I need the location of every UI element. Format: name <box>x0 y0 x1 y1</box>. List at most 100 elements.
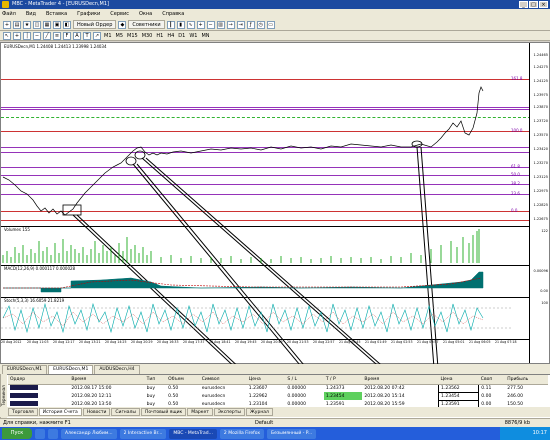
price-tick: 1.23420 <box>533 147 548 151</box>
col-close-time[interactable]: Время <box>362 375 439 385</box>
menu-charts[interactable]: Графики <box>77 11 100 17</box>
fibonacci-icon[interactable]: F <box>63 31 71 40</box>
label-icon[interactable]: T <box>83 31 91 40</box>
data-window-icon[interactable]: ◫ <box>33 20 41 29</box>
chart-tab[interactable]: AUDUSDecn,H4 <box>94 365 140 374</box>
horizontal-line-icon[interactable]: ─ <box>33 31 41 40</box>
tf-w1[interactable]: W1 <box>188 33 198 39</box>
terminal-icon[interactable]: ▣ <box>53 20 61 29</box>
menu-view[interactable]: Вид <box>26 11 36 17</box>
col-swap[interactable]: Своп <box>478 375 506 385</box>
taskbar-item[interactable]: 2 Mozilla Firefox <box>219 428 265 439</box>
profiles-icon[interactable]: ▤ <box>13 20 21 29</box>
trendline-icon[interactable]: ╱ <box>43 31 51 40</box>
tab-market[interactable]: Маркет <box>187 408 213 416</box>
tp: 1.24373 <box>325 385 345 391</box>
minimize-button[interactable]: _ <box>519 1 528 8</box>
tf-d1[interactable]: D1 <box>177 33 186 39</box>
tf-m1[interactable]: M1 <box>103 33 113 39</box>
table-row[interactable]: 2012.08.20 12:11 buy 0.50 eurusdecn 1.22… <box>8 391 548 401</box>
chart-tabs: EURUSDecn,M1 EURUSDecn,M1 AUDUSDecn,H4 <box>0 364 550 374</box>
table-row[interactable]: 2012.08.17 15:00 buy 0.50 eurusdecn 1.23… <box>8 383 548 393</box>
tab-signals[interactable]: Сигналы <box>111 408 140 416</box>
col-volume[interactable]: Объем <box>166 375 200 385</box>
tf-h1[interactable]: H1 <box>155 33 164 39</box>
chart-tab-active[interactable]: EURUSDecn,M1 <box>48 365 94 374</box>
col-type[interactable]: Тип <box>144 375 167 385</box>
channel-icon[interactable]: ≡ <box>53 31 61 40</box>
symbol: eurusdecn <box>201 385 226 391</box>
zoom-out-icon[interactable]: − <box>206 20 215 29</box>
tf-m30[interactable]: M30 <box>141 33 154 39</box>
taskbar-item[interactable]: 2 Interactive Br... <box>119 428 167 439</box>
tester-icon[interactable]: ◧ <box>63 20 71 29</box>
taskbar-item[interactable]: Безымянный - P... <box>267 428 317 439</box>
taskbar-item[interactable]: Александр Любим... <box>61 428 117 439</box>
menu-help[interactable]: Справка <box>162 11 184 17</box>
periods-icon[interactable]: ◷ <box>256 20 265 29</box>
open-time: 2012.08.20 12:11 <box>71 393 112 399</box>
tab-account-history[interactable]: История Счета <box>38 408 82 416</box>
title-bar: MBC - MetaTrader 4 - [EURUSDecn,M1] _ □ … <box>0 0 550 9</box>
open-price: 1.22962 <box>248 393 268 399</box>
taskbar-item[interactable] <box>48 428 58 439</box>
col-close-price[interactable]: Цена <box>438 375 479 385</box>
col-profit[interactable]: Прибыль <box>505 375 548 385</box>
templates-icon[interactable]: ▭ <box>266 20 275 29</box>
tf-m15[interactable]: M15 <box>126 33 139 39</box>
tab-trade[interactable]: Торговля <box>8 408 38 416</box>
line-chart-icon[interactable]: ∿ <box>186 20 195 29</box>
menu-file[interactable]: Файл <box>2 11 16 17</box>
chart-tab[interactable]: EURUSDecn,M1 <box>2 365 48 374</box>
close-button[interactable]: × <box>539 1 548 8</box>
market-watch-icon[interactable]: ★ <box>23 20 31 29</box>
tf-mn[interactable]: MN <box>200 33 210 39</box>
close-price: 1.23562 <box>438 383 480 393</box>
menu-window[interactable]: Окна <box>139 11 152 17</box>
time-label: 21 Aug 01:49 <box>365 340 387 344</box>
menu-insert[interactable]: Вставка <box>46 11 67 17</box>
price-tick: 122 <box>541 229 548 233</box>
bar-chart-icon[interactable]: ┃ <box>166 20 175 29</box>
table-header: Ордер Время Тип Объем Символ Цена S / L … <box>8 375 548 385</box>
tab-experts[interactable]: Эксперты <box>213 408 245 416</box>
chart-window[interactable]: EURUSDecn,M1 1.24408 1.24413 1.23998 1.2… <box>0 42 550 365</box>
cursor-icon[interactable]: ↖ <box>3 31 11 40</box>
new-order-button[interactable]: Новый Ордер <box>73 20 117 29</box>
tab-news[interactable]: Новости <box>82 408 111 416</box>
tab-mailbox[interactable]: Почтовый ящик <box>140 408 187 416</box>
meta-editor-icon[interactable]: ◆ <box>118 20 127 29</box>
tf-h4[interactable]: H4 <box>166 33 175 39</box>
text-icon[interactable]: A <box>73 31 81 40</box>
col-open-time[interactable]: Время <box>69 375 145 385</box>
candle-chart-icon[interactable]: ▮ <box>176 20 185 29</box>
tf-m5[interactable]: M5 <box>115 33 125 39</box>
indicators-icon[interactable]: ƒ <box>246 20 255 29</box>
menu-tools[interactable]: Сервис <box>110 11 129 17</box>
open-time: 2012.08.17 15:00 <box>71 385 112 391</box>
time-label: 20 Aug 12:17 <box>53 340 75 344</box>
price-tick: 1.22675 <box>533 217 548 221</box>
col-sl[interactable]: S / L <box>285 375 324 385</box>
taskbar-item-active[interactable]: MBC - MetaTrad... <box>169 428 217 439</box>
chart-shift-icon[interactable]: ⇥ <box>236 20 245 29</box>
type: buy <box>146 385 156 391</box>
advisors-button[interactable]: Советники <box>128 20 165 29</box>
col-price[interactable]: Цена <box>246 375 286 385</box>
col-order[interactable]: Ордер <box>8 375 63 385</box>
crosshair-icon[interactable]: + <box>13 31 21 40</box>
col-symbol[interactable]: Символ <box>199 375 247 385</box>
new-chart-icon[interactable]: + <box>3 20 11 29</box>
zoom-in-icon[interactable]: + <box>196 20 205 29</box>
navigator-icon[interactable]: ▦ <box>43 20 51 29</box>
taskbar-item[interactable] <box>35 428 45 439</box>
time-label: 20 Aug 17:37 <box>183 340 205 344</box>
autoscroll-icon[interactable]: → <box>226 20 235 29</box>
col-tp[interactable]: T / P <box>323 375 363 385</box>
arrow-icon[interactable]: ↗ <box>93 31 101 40</box>
start-button[interactable]: Пуск <box>2 428 32 439</box>
tile-windows-icon[interactable]: ▥ <box>216 20 225 29</box>
tab-journal[interactable]: Журнал <box>245 408 273 416</box>
maximize-button[interactable]: □ <box>529 1 538 8</box>
vertical-line-icon[interactable]: │ <box>23 31 31 40</box>
